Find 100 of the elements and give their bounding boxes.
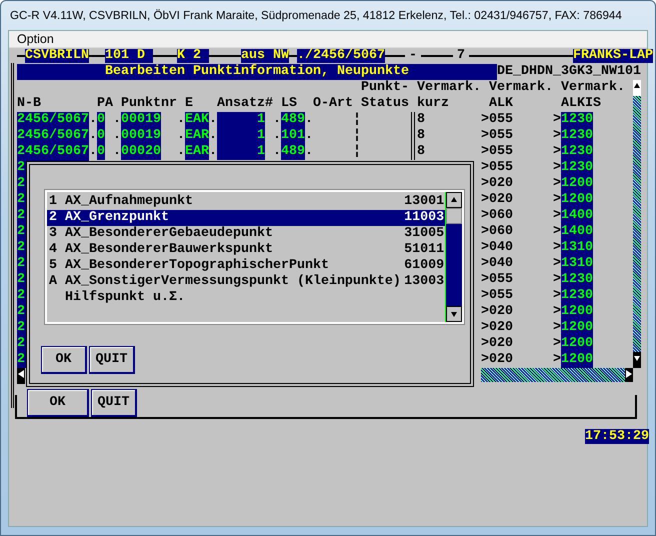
table-cell: >020 <box>481 352 513 368</box>
vertical-scrollbar[interactable] <box>633 80 641 368</box>
field-value: 1230 <box>561 112 593 128</box>
field-value: 1400 <box>561 224 593 240</box>
status-mark: ¦ <box>353 128 361 144</box>
field-separator: . <box>177 144 185 160</box>
field-separator: . <box>177 112 185 128</box>
field-value: 1230 <box>561 144 593 160</box>
scroll-down-icon[interactable] <box>633 352 641 368</box>
scroll-down-icon[interactable] <box>446 306 462 322</box>
field-separator: . <box>273 144 281 160</box>
field-value: 1 <box>217 128 265 144</box>
field-marker: > <box>553 288 561 304</box>
field-value: 00020 <box>121 144 161 160</box>
table-cell: >020 <box>481 176 513 192</box>
item-code: 61009 <box>404 258 446 274</box>
item-code: 31005 <box>404 226 446 242</box>
scroll-up-icon[interactable] <box>633 80 641 96</box>
field-value: 0 <box>97 128 105 144</box>
column-header: Vermark. <box>561 80 625 96</box>
header-field: K 2 <box>177 49 209 63</box>
field-separator: . <box>273 128 281 144</box>
list-scrollbar[interactable] <box>445 192 462 322</box>
item-code: 51011 <box>404 242 446 258</box>
status-mark: ¦ <box>353 112 361 128</box>
ok-button[interactable]: OK <box>27 389 89 417</box>
field-value: 1200 <box>561 352 593 368</box>
field-value: 1230 <box>561 272 593 288</box>
ok-button[interactable]: OK <box>41 346 87 374</box>
item-code: 11003 <box>404 210 446 226</box>
scroll-right-icon[interactable] <box>625 368 633 382</box>
header-field: aus NW <box>241 49 289 63</box>
scroll-thumb[interactable] <box>446 208 462 224</box>
field-value: EAR <box>185 128 209 144</box>
table-cell: >055 <box>481 288 513 304</box>
column-header: Vermark. <box>417 80 481 96</box>
field-value: 1400 <box>561 208 593 224</box>
field-separator: . <box>305 112 313 128</box>
column-header: Punktnr <box>121 96 177 112</box>
table-cell: >020 <box>481 336 513 352</box>
field-value: 0 <box>97 112 105 128</box>
header-field: CSVBRILN <box>25 49 89 63</box>
field-value: 00019 <box>121 112 161 128</box>
field-marker: > <box>553 224 561 240</box>
quit-button[interactable]: QUIT <box>91 389 137 417</box>
field-separator: . <box>209 144 217 160</box>
field-marker: > <box>553 176 561 192</box>
column-header: ALK <box>489 96 514 112</box>
item-key: 1 <box>49 194 65 210</box>
field-marker: > <box>553 336 561 352</box>
clock: 17:53:29 <box>585 429 649 444</box>
field-separator: . <box>113 144 121 160</box>
scroll-up-icon[interactable] <box>446 192 462 208</box>
field-value: 489 <box>281 144 305 160</box>
list-box[interactable] <box>45 190 464 324</box>
field-value: 1230 <box>561 160 593 176</box>
item-code: 13003 <box>404 274 446 290</box>
window-title: GC-R V4.11W, CSVBRILN, ÖbVI Frank Maraite, Südpromenade 25, 41812 Erkelenz, Tel.: 02431/946757, FAX: 786944 <box>10 9 622 22</box>
table-cell: >055 <box>481 128 513 144</box>
field-value: 1310 <box>561 256 593 272</box>
list-item[interactable]: 2 AX_Grenzpunkt 11003 <box>47 210 446 226</box>
table-cell: >020 <box>481 320 513 336</box>
table-cell: >055 <box>481 160 513 176</box>
field-marker: > <box>553 112 561 128</box>
horizontal-scrollbar[interactable] <box>481 368 633 382</box>
field-value: 1 <box>217 144 265 160</box>
field-marker: > <box>553 144 561 160</box>
field-value: EAR <box>185 144 209 160</box>
table-cell: >020 <box>481 192 513 208</box>
quit-button[interactable]: QUIT <box>89 346 135 374</box>
table-cell: >055 <box>481 272 513 288</box>
field-separator: . <box>209 128 217 144</box>
table-cell: >040 <box>481 256 513 272</box>
field-value: 1200 <box>561 192 593 208</box>
field-marker: > <box>553 192 561 208</box>
field-separator: . <box>89 144 97 160</box>
column-header: kurz <box>417 96 450 112</box>
field-marker: > <box>553 304 561 320</box>
item-key: 3 <box>49 226 65 242</box>
column-header: PA <box>97 96 113 112</box>
field-marker: > <box>553 240 561 256</box>
column-header: Vermark. <box>489 80 553 96</box>
field-marker: > <box>553 256 561 272</box>
menu-item[interactable]: Option <box>15 32 56 46</box>
field-value: 2456/5067 <box>17 112 89 128</box>
field-separator: . <box>305 128 313 144</box>
item-key: 4 <box>49 242 65 258</box>
field-value: 2456/5067 <box>17 144 89 160</box>
column-header: Punkt- <box>361 80 409 96</box>
header-field: 101 D <box>105 49 153 63</box>
field-value: 1200 <box>561 304 593 320</box>
header-field: FRANKS-LAP <box>572 49 653 63</box>
item-key: 5 <box>49 258 65 274</box>
table-cell: >060 <box>481 208 513 224</box>
field-separator: . <box>177 128 185 144</box>
table-cell: >040 <box>481 240 513 256</box>
field-value: 1 <box>217 112 265 128</box>
scroll-left-icon[interactable] <box>17 368 25 384</box>
status-mark: ¦ <box>353 144 361 160</box>
column-header: Ansatz# <box>217 96 273 112</box>
